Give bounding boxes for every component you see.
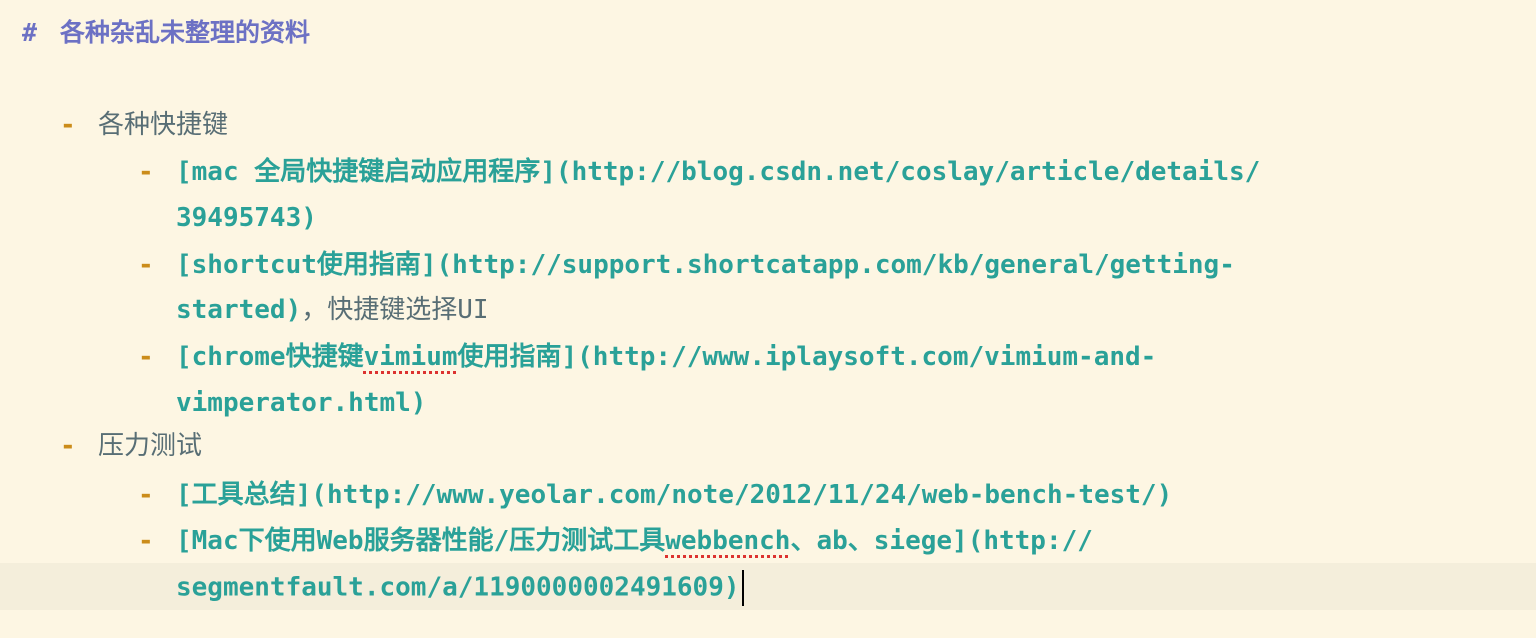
list-item: - [chrome快捷键vimium使用指南](http://www.iplays… (138, 340, 1156, 374)
bullet-marker: - (138, 250, 154, 280)
markdown-editor[interactable]: # 各种杂乱未整理的资料 - 各种快捷键 - [mac 全局快捷键启动应用程序](ht… (0, 0, 1536, 638)
markdown-link[interactable]: segmentfault.com/a/1190000002491609) (176, 573, 740, 603)
heading-text: 各种杂乱未整理的资料 (60, 18, 311, 47)
list-item-section-stress-test: - 压力测试 (60, 429, 202, 463)
markdown-link[interactable]: [mac 全局快捷键启动应用程序](http://blog.csdn.net/c… (176, 157, 1260, 187)
document-heading: # 各种杂乱未整理的资料 (22, 16, 310, 50)
markdown-link[interactable]: started) (176, 295, 301, 325)
list-item-continuation: vimperator.html) (176, 386, 426, 420)
markdown-link[interactable]: [shortcut使用指南](http://support.shortcatap… (176, 250, 1235, 280)
list-item: - [Mac下使用Web服务器性能/压力测试工具webbench、ab、siege… (138, 524, 1093, 558)
bullet-marker: - (60, 431, 76, 461)
bullet-marker: - (138, 157, 154, 187)
heading-marker: # (22, 18, 38, 47)
list-item-continuation: started)，快捷键选择UI (176, 293, 489, 327)
section-title: 压力测试 (98, 431, 203, 461)
text-cursor (741, 570, 744, 606)
bullet-marker: - (138, 526, 154, 556)
bullet-marker: - (138, 342, 154, 372)
link-text: 、ab、siege](http:// (790, 526, 1093, 556)
link-text: 使用指南](http://www.iplaysoft.com/vimium-an… (457, 342, 1157, 372)
misspelled-word[interactable]: webbench (665, 526, 790, 556)
link-text: [Mac下使用Web服务器性能/压力测试工具 (176, 526, 666, 556)
bullet-marker: - (60, 110, 76, 140)
section-title: 各种快捷键 (98, 110, 229, 140)
list-item: - [mac 全局快捷键启动应用程序](http://blog.csdn.net/… (138, 155, 1260, 189)
list-item: - [shortcut使用指南](http://support.shortcata… (138, 248, 1235, 282)
list-item-continuation: 39495743) (176, 201, 317, 235)
markdown-link[interactable]: 39495743) (176, 203, 317, 233)
markdown-link[interactable]: [工具总结](http://www.yeolar.com/note/2012/1… (176, 480, 1172, 510)
markdown-link[interactable]: vimperator.html) (176, 388, 426, 418)
link-text: [chrome快捷键 (176, 342, 364, 372)
bullet-marker: - (138, 480, 154, 510)
list-item-continuation: segmentfault.com/a/1190000002491609) (176, 570, 744, 606)
misspelled-word[interactable]: vimium (364, 342, 458, 372)
markdown-link[interactable]: [Mac下使用Web服务器性能/压力测试工具webbench、ab、siege]… (176, 526, 1093, 556)
markdown-link[interactable]: [chrome快捷键vimium使用指南](http://www.iplayso… (176, 342, 1156, 372)
list-item-section-shortcuts: - 各种快捷键 (60, 108, 228, 142)
plain-text: ，快捷键选择UI (301, 295, 489, 325)
list-item: - [工具总结](http://www.yeolar.com/note/2012/… (138, 478, 1172, 512)
